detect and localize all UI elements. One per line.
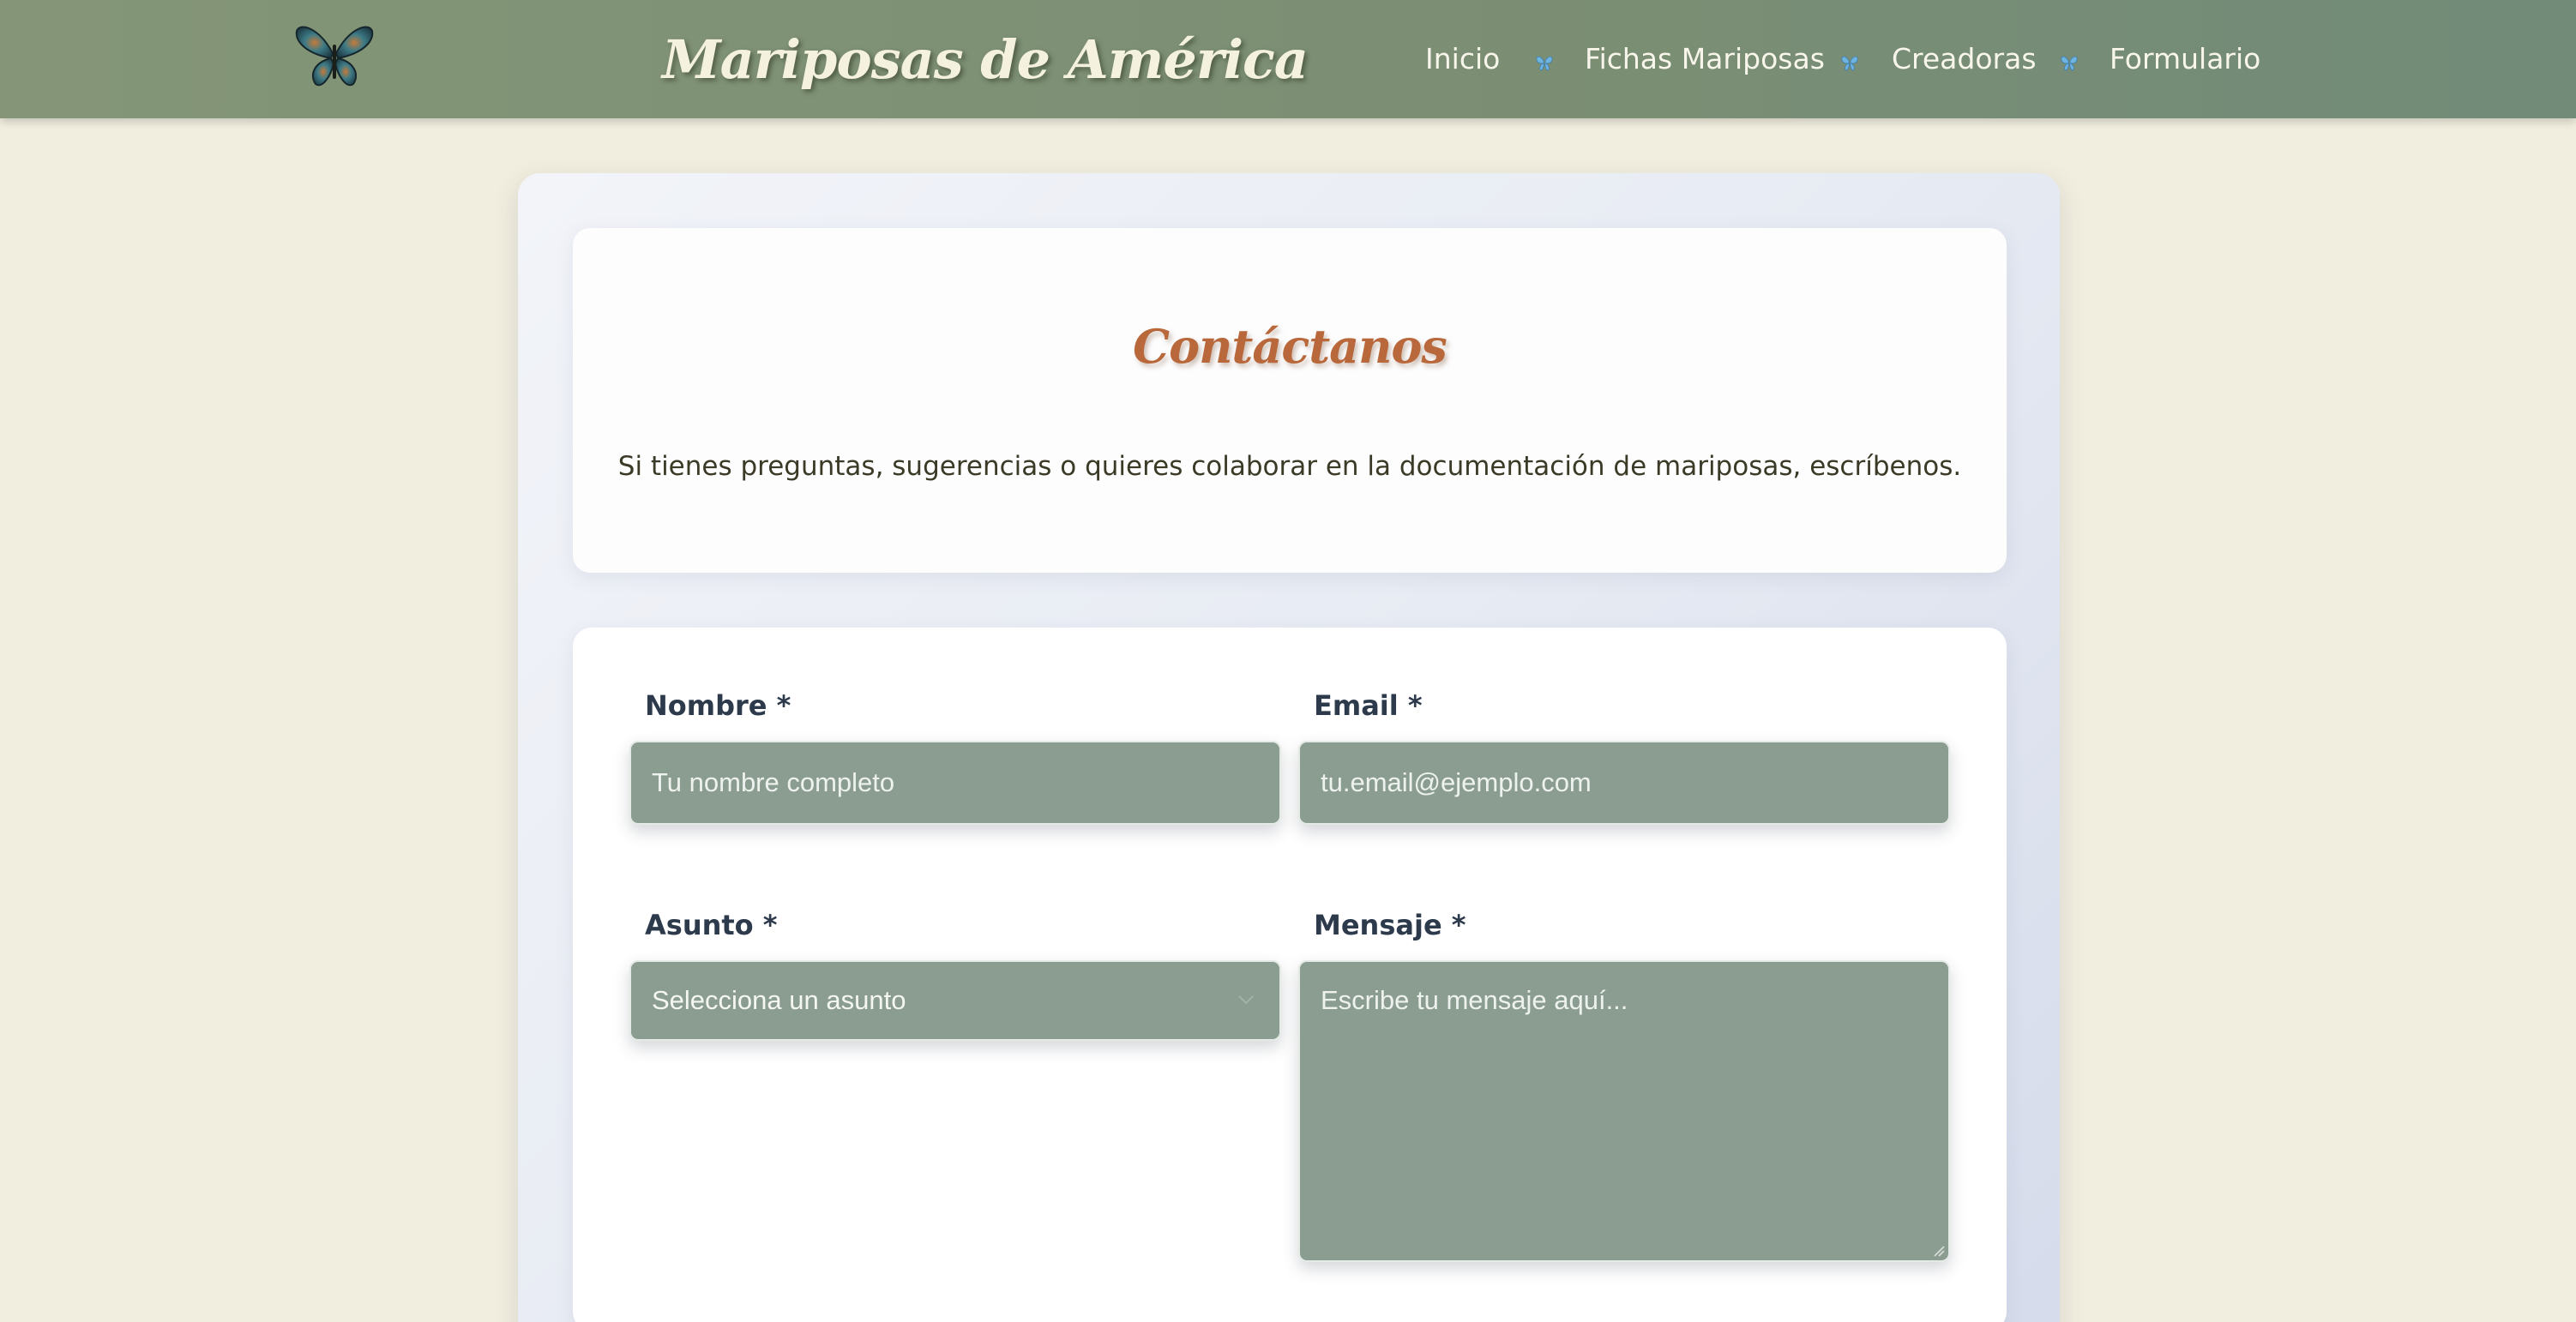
site-header: Mariposas de América Inicio Fichas Marip… <box>0 0 2576 118</box>
subject-label: Asunto * <box>645 909 778 941</box>
butterfly-separator-icon <box>1536 56 1553 71</box>
butterfly-separator-icon <box>1841 56 1858 71</box>
intro-section: Contáctanos Si tienes preguntas, sugeren… <box>573 228 2007 573</box>
intro-description: Si tienes preguntas, sugerencias o quier… <box>617 451 1962 482</box>
name-input[interactable] <box>629 741 1281 825</box>
subject-selected-value: Selecciona un asunto <box>652 985 906 1015</box>
nav-item-creadoras[interactable]: Creadoras <box>1892 38 2037 81</box>
message-field-wrapper <box>1298 960 1950 1262</box>
subject-select[interactable]: Selecciona un asunto <box>629 960 1281 1041</box>
nav-item-formulario[interactable]: Formulario <box>2110 38 2260 81</box>
butterfly-separator-icon <box>2061 56 2078 71</box>
contact-form: Nombre * Email * Asunto * Selecciona un … <box>573 628 2007 1322</box>
main-nav: Inicio Fichas Mariposas Creadoras Formul… <box>0 0 2576 118</box>
email-input[interactable] <box>1298 741 1950 825</box>
message-label: Mensaje * <box>1314 909 1466 941</box>
message-textarea[interactable] <box>1298 960 1950 1262</box>
email-label: Email * <box>1314 689 1423 722</box>
chevron-down-icon <box>1238 995 1254 1005</box>
page-title: Contáctanos <box>1133 319 1447 374</box>
name-label: Nombre * <box>645 689 791 722</box>
resize-handle-icon[interactable] <box>1931 1243 1945 1257</box>
nav-item-fichas-mariposas[interactable]: Fichas Mariposas <box>1585 38 1825 81</box>
nav-item-inicio[interactable]: Inicio <box>1425 38 1500 81</box>
